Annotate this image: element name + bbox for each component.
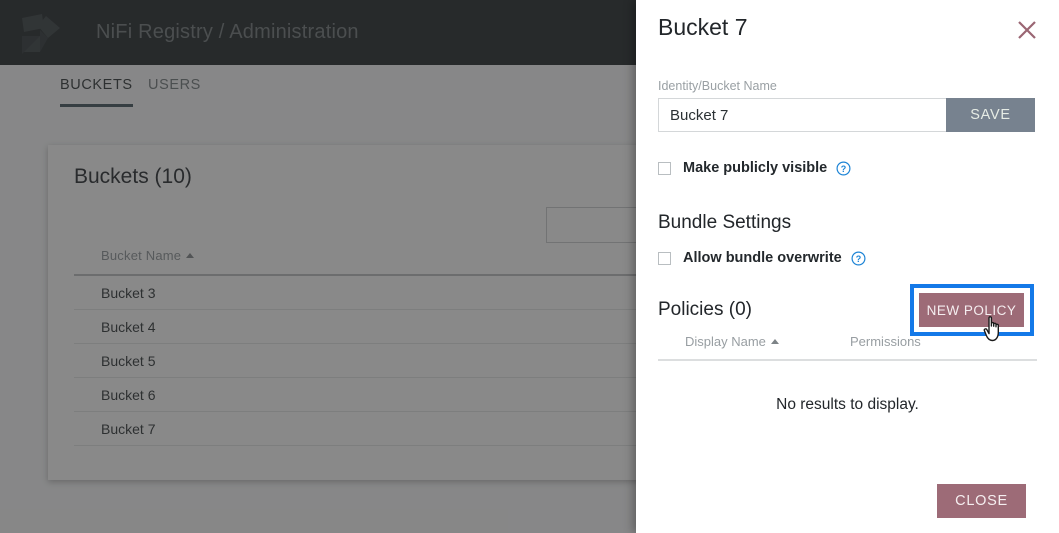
column-header-label: Bucket Name [101,248,181,263]
allow-bundle-overwrite-checkbox[interactable] [658,252,671,265]
nifi-logo-icon [8,0,72,65]
identity-input[interactable] [658,98,948,132]
allow-bundle-overwrite-label: Allow bundle overwrite [683,250,842,266]
sort-ascending-icon [771,339,779,344]
svg-text:?: ? [855,254,861,264]
no-results-message: No results to display. [636,396,1059,414]
panel-title: Bucket 7 [658,14,748,41]
allow-bundle-overwrite-row: Allow bundle overwrite ? [658,250,866,266]
bucket-detail-panel: Bucket 7 Identity/Bucket Name SAVE Make … [636,0,1059,533]
policies-heading: Policies (0) [658,299,752,321]
help-circle-icon[interactable]: ? [836,161,851,176]
page-title: NiFi Registry / Administration [96,21,359,44]
identity-field-label: Identity/Bucket Name [658,79,777,93]
buckets-card-title: Buckets (10) [74,165,192,189]
close-button[interactable] [1011,14,1043,46]
column-header-label: Display Name [685,334,766,349]
make-publicly-visible-row: Make publicly visible ? [658,160,851,176]
help-circle-icon[interactable]: ? [851,251,866,266]
new-policy-button[interactable]: NEW POLICY [919,293,1024,327]
column-header-permissions[interactable]: Permissions [850,334,921,349]
close-panel-button[interactable]: CLOSE [937,484,1026,518]
tab-buckets[interactable]: BUCKETS [60,77,133,107]
bundle-settings-heading: Bundle Settings [658,212,791,234]
svg-text:?: ? [841,164,847,174]
make-publicly-visible-label: Make publicly visible [683,160,827,176]
make-publicly-visible-checkbox[interactable] [658,162,671,175]
close-icon [1016,19,1038,41]
column-header-display-name[interactable]: Display Name [685,334,779,349]
save-button[interactable]: SAVE [946,98,1035,132]
policies-column-header: Display Name Permissions [658,330,1037,361]
tab-users[interactable]: USERS [148,77,201,104]
sort-ascending-icon [186,253,194,258]
